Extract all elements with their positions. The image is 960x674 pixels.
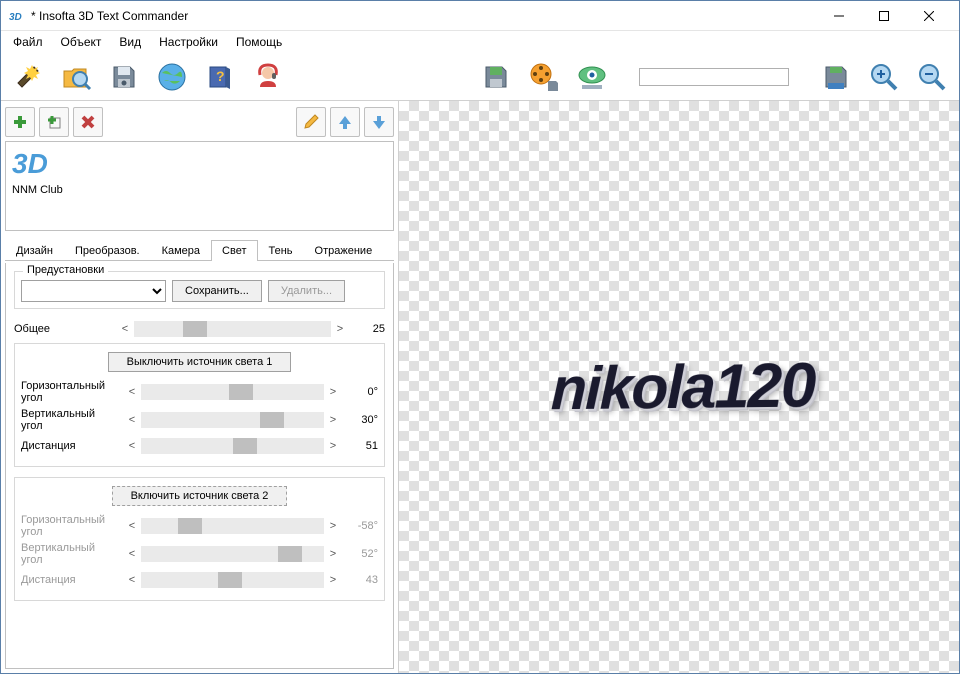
l2-d-inc[interactable]: > [326, 574, 340, 586]
light1-dist-label: Дистанция [21, 440, 119, 452]
l2-d-slider[interactable] [141, 572, 324, 588]
light1-group: Выключить источник света 1 Горизонтальны… [14, 343, 385, 467]
support-button[interactable] [247, 56, 289, 98]
light2-toggle-button[interactable]: Включить источник света 2 [112, 486, 288, 506]
svg-text:?: ? [216, 68, 225, 84]
main-toolbar: ? [1, 53, 959, 101]
l1-h-dec[interactable]: < [125, 386, 139, 398]
close-button[interactable] [906, 2, 951, 30]
l1-h-inc[interactable]: > [326, 386, 340, 398]
export-image-button[interactable] [475, 56, 517, 98]
move-up-button[interactable] [330, 107, 360, 137]
tab-light[interactable]: Свет [211, 240, 257, 261]
common-value: 25 [353, 323, 385, 335]
window-title: * Insofta 3D Text Commander [31, 9, 816, 23]
tab-transform[interactable]: Преобразов. [64, 240, 151, 261]
l2-v-inc[interactable]: > [326, 548, 340, 560]
menu-view[interactable]: Вид [111, 33, 149, 51]
l2-d-dec[interactable]: < [125, 574, 139, 586]
common-label: Общее [14, 323, 112, 335]
preview-label: NNM Club [12, 184, 387, 196]
l2-h-inc[interactable]: > [326, 520, 340, 532]
preview-3d-text: 3D [12, 148, 387, 180]
minimize-button[interactable] [816, 2, 861, 30]
help-book-button[interactable]: ? [199, 56, 241, 98]
layer-preview[interactable]: 3D NNM Club [5, 141, 394, 231]
light2-hangle-label: Горизонтальный угол [21, 514, 119, 538]
tab-camera[interactable]: Камера [151, 240, 211, 261]
preset-select[interactable] [21, 280, 166, 302]
presets-group: Предустановки Сохранить... Удалить... [14, 271, 385, 309]
duplicate-layer-button[interactable] [39, 107, 69, 137]
preset-delete-button[interactable]: Удалить... [268, 280, 345, 302]
move-down-button[interactable] [364, 107, 394, 137]
light2-vangle-label: Вертикальный угол [21, 542, 119, 566]
l1-v-dec[interactable]: < [125, 414, 139, 426]
l2-v-dec[interactable]: < [125, 548, 139, 560]
light1-hangle-value: 0° [346, 386, 378, 398]
l2-h-slider[interactable] [141, 518, 324, 534]
export-anim-gif-button[interactable] [815, 56, 857, 98]
menu-help[interactable]: Помощь [228, 33, 290, 51]
wizard-button[interactable] [7, 56, 49, 98]
light2-vangle-value: 52° [346, 548, 378, 560]
common-inc[interactable]: > [333, 323, 347, 335]
l1-d-slider[interactable] [141, 438, 324, 454]
save-button[interactable] [103, 56, 145, 98]
zoom-in-button[interactable] [863, 56, 905, 98]
zoom-out-button[interactable] [911, 56, 953, 98]
tab-content-light: Предустановки Сохранить... Удалить... Об… [5, 263, 394, 669]
menu-settings[interactable]: Настройки [151, 33, 226, 51]
l1-h-slider[interactable] [141, 384, 324, 400]
l1-v-slider[interactable] [141, 412, 324, 428]
edit-layer-button[interactable] [296, 107, 326, 137]
l2-h-dec[interactable]: < [125, 520, 139, 532]
svg-text:3D: 3D [9, 12, 22, 23]
main-area: 3D NNM Club Дизайн Преобразов. Камера Св… [1, 101, 959, 673]
menu-file[interactable]: Файл [5, 33, 51, 51]
light1-vangle-label: Вертикальный угол [21, 408, 119, 432]
l1-v-inc[interactable]: > [326, 414, 340, 426]
light2-dist-label: Дистанция [21, 574, 119, 586]
left-panel: 3D NNM Club Дизайн Преобразов. Камера Св… [1, 101, 399, 673]
common-slider[interactable] [134, 321, 331, 337]
light1-dist-value: 51 [346, 440, 378, 452]
progress-bar [639, 68, 789, 86]
add-layer-button[interactable] [5, 107, 35, 137]
menubar: Файл Объект Вид Настройки Помощь [1, 31, 959, 53]
layer-toolbar [5, 105, 394, 139]
light1-hangle-label: Горизонтальный угол [21, 380, 119, 404]
l1-d-dec[interactable]: < [125, 440, 139, 452]
l1-d-inc[interactable]: > [326, 440, 340, 452]
tab-reflection[interactable]: Отражение [304, 240, 384, 261]
tab-shadow[interactable]: Тень [258, 240, 304, 261]
open-button[interactable] [55, 56, 97, 98]
titlebar: 3D * Insofta 3D Text Commander [1, 1, 959, 31]
light2-hangle-value: -58° [346, 520, 378, 532]
l2-v-slider[interactable] [141, 546, 324, 562]
presets-title: Предустановки [23, 264, 108, 276]
menu-object[interactable]: Объект [53, 33, 110, 51]
globe-button[interactable] [151, 56, 193, 98]
preset-save-button[interactable]: Сохранить... [172, 280, 262, 302]
tab-design[interactable]: Дизайн [5, 240, 64, 261]
common-dec[interactable]: < [118, 323, 132, 335]
app-icon: 3D [9, 8, 25, 24]
app-window: 3D * Insofta 3D Text Commander Файл Объе… [0, 0, 960, 674]
maximize-button[interactable] [861, 2, 906, 30]
rendered-3d-text: nikola120 [550, 349, 816, 423]
tabs: Дизайн Преобразов. Камера Свет Тень Отра… [5, 239, 394, 261]
common-slider-row: Общее < > 25 [14, 319, 385, 339]
light1-vangle-value: 30° [346, 414, 378, 426]
light1-toggle-button[interactable]: Выключить источник света 1 [108, 352, 292, 372]
delete-layer-button[interactable] [73, 107, 103, 137]
light2-dist-value: 43 [346, 574, 378, 586]
export-animation-button[interactable] [523, 56, 565, 98]
preview-button[interactable] [571, 56, 613, 98]
light2-group: Включить источник света 2 Горизонтальный… [14, 477, 385, 601]
canvas[interactable]: nikola120 [399, 101, 959, 673]
